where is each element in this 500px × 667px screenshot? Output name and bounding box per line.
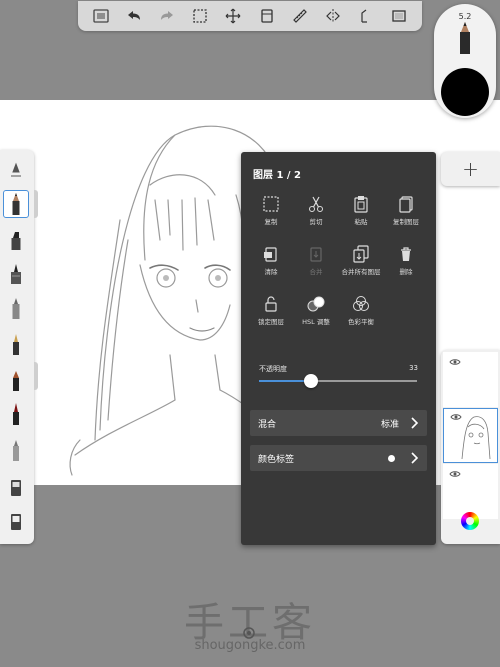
opacity-slider[interactable]: [259, 374, 417, 388]
pastel-brush-icon[interactable]: [3, 436, 29, 464]
redo-icon[interactable]: [155, 4, 179, 28]
symmetry-icon[interactable]: [321, 4, 345, 28]
layer-stack: [441, 350, 500, 544]
watermark-url: shougongke.com: [194, 638, 306, 653]
clear-icon: [264, 247, 277, 262]
paste-label: 粘贴: [354, 218, 368, 226]
paste-button[interactable]: 粘贴: [339, 194, 383, 227]
marker-brush-icon[interactable]: [3, 226, 29, 254]
eye-icon[interactable]: [449, 358, 461, 366]
cut-icon: [309, 196, 323, 212]
color-wheel-icon[interactable]: [461, 512, 479, 530]
selection-icon[interactable]: [188, 4, 212, 28]
brush-palette: [0, 150, 34, 544]
color-balance-label: 色彩平衡: [348, 318, 374, 326]
duplicate-layer-button[interactable]: 复制图层: [384, 194, 428, 227]
pencil-brush-icon[interactable]: [3, 190, 29, 218]
merge-label: 合并: [309, 268, 323, 276]
cut-label: 剪切: [309, 218, 323, 226]
color-label-dot: [388, 454, 395, 462]
menu-icon[interactable]: [89, 4, 113, 28]
opacity-value: 33: [409, 364, 418, 372]
opacity-label: 不透明度: [259, 365, 287, 373]
lock-layer-label: 锁定图层: [258, 318, 284, 326]
layer-panel-title: 图层 1 / 2: [253, 170, 302, 181]
copy-icon: [263, 196, 279, 212]
blender-brush-icon[interactable]: [3, 472, 29, 500]
layer-preview-sketch: [461, 416, 491, 460]
duplicate-layer-label: 复制图层: [393, 218, 419, 226]
color-label-label: 颜色标签: [258, 454, 295, 465]
color-label-row[interactable]: 颜色标签: [250, 445, 427, 471]
blend-mode-row[interactable]: 混合 标准: [250, 410, 427, 436]
brush-color-puck[interactable]: 5.2: [434, 4, 496, 118]
chevron-right-icon: [411, 452, 419, 464]
chevron-right-icon: [411, 417, 419, 429]
palette-handle-top[interactable]: [34, 190, 38, 218]
merge-button[interactable]: 合并: [294, 244, 338, 277]
merge-all-icon: [353, 245, 369, 263]
add-layer-label: +: [462, 157, 479, 181]
top-toolbar: [78, 1, 422, 31]
opacity-slider-thumb[interactable]: [304, 374, 319, 388]
fullscreen-icon[interactable]: [387, 4, 411, 28]
fine-brush-icon[interactable]: [3, 400, 29, 428]
color-balance-button[interactable]: 色彩平衡: [339, 294, 383, 327]
layer-editor-panel: 图层 1 / 2 复制 剪切 粘贴 复制图层 清除 合并 合并所有图层 删除 锁…: [241, 152, 436, 545]
hsl-adjust-button[interactable]: HSL 调整: [294, 294, 338, 327]
paste-icon: [354, 196, 368, 213]
delete-label: 删除: [399, 268, 413, 276]
eye-icon[interactable]: [449, 470, 461, 478]
ruler-icon[interactable]: [288, 4, 312, 28]
current-color-swatch[interactable]: [441, 68, 489, 116]
undo-icon[interactable]: [122, 4, 146, 28]
color-balance-icon: [353, 296, 369, 311]
merge-all-label: 合并所有图层: [341, 268, 381, 276]
layers-icon[interactable]: [255, 4, 279, 28]
palette-handle-bottom[interactable]: [34, 362, 38, 390]
hsl-icon: [307, 296, 325, 312]
layer-thumbnail-background[interactable]: [443, 464, 498, 519]
pencil-icon: [460, 22, 470, 54]
blend-mode-value: 标准: [380, 419, 399, 430]
delete-button[interactable]: 删除: [384, 244, 428, 277]
lock-layer-button[interactable]: 锁定图层: [249, 294, 293, 327]
copy-button[interactable]: 复制: [249, 194, 293, 227]
clear-button[interactable]: 清除: [249, 244, 293, 277]
layer-thumbnail-sketch[interactable]: [443, 408, 498, 463]
blend-mode-label: 混合: [258, 419, 277, 430]
airbrush-icon[interactable]: [3, 294, 29, 322]
cut-button[interactable]: 剪切: [294, 194, 338, 227]
trash-icon: [401, 247, 411, 261]
layer-thumbnail-top[interactable]: [443, 352, 498, 407]
clear-label: 清除: [264, 268, 278, 276]
duplicate-layer-icon: [399, 196, 413, 213]
merge-icon: [310, 247, 322, 262]
lock-icon: [265, 296, 277, 312]
paint-brush-icon[interactable]: [3, 330, 29, 358]
perspective-icon[interactable]: [354, 4, 378, 28]
flat-brush-icon[interactable]: [3, 366, 29, 394]
transform-icon[interactable]: [221, 4, 245, 28]
ink-brush-icon[interactable]: [3, 260, 29, 288]
merge-all-button[interactable]: 合并所有图层: [339, 244, 383, 277]
brush-palette-menu-icon[interactable]: [3, 156, 29, 184]
hsl-adjust-label: HSL 调整: [302, 318, 330, 326]
eraser-icon[interactable]: [3, 506, 29, 534]
add-layer-button[interactable]: +: [441, 152, 500, 186]
copy-label: 复制: [264, 218, 278, 226]
